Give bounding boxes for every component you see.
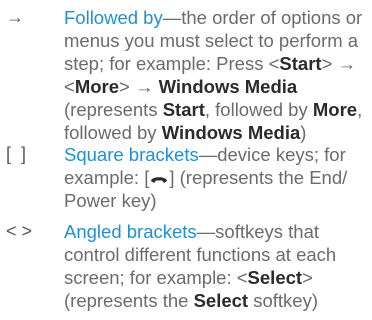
term-square-brackets: Square brackets xyxy=(64,144,199,165)
angled-brackets-symbol: < > xyxy=(6,221,33,241)
arrow-symbol: → xyxy=(6,7,24,27)
entry-description: Followed by—the order of options or menu… xyxy=(64,7,363,143)
square-brackets-symbol: [ ] xyxy=(6,144,27,164)
term-followed-by: Followed by xyxy=(64,7,163,28)
end-power-key-icon xyxy=(149,168,169,183)
bold-more: More xyxy=(74,76,120,97)
entry-description: Square brackets—device keys; for example… xyxy=(64,144,348,211)
term-angled-brackets: Angled brackets xyxy=(64,221,197,242)
bold-start: Start xyxy=(279,53,322,74)
bold-windows-media: Windows Media xyxy=(158,76,298,97)
entry-description: Angled brackets—softkeys that control di… xyxy=(64,221,337,311)
bold-select: Select xyxy=(247,267,303,288)
